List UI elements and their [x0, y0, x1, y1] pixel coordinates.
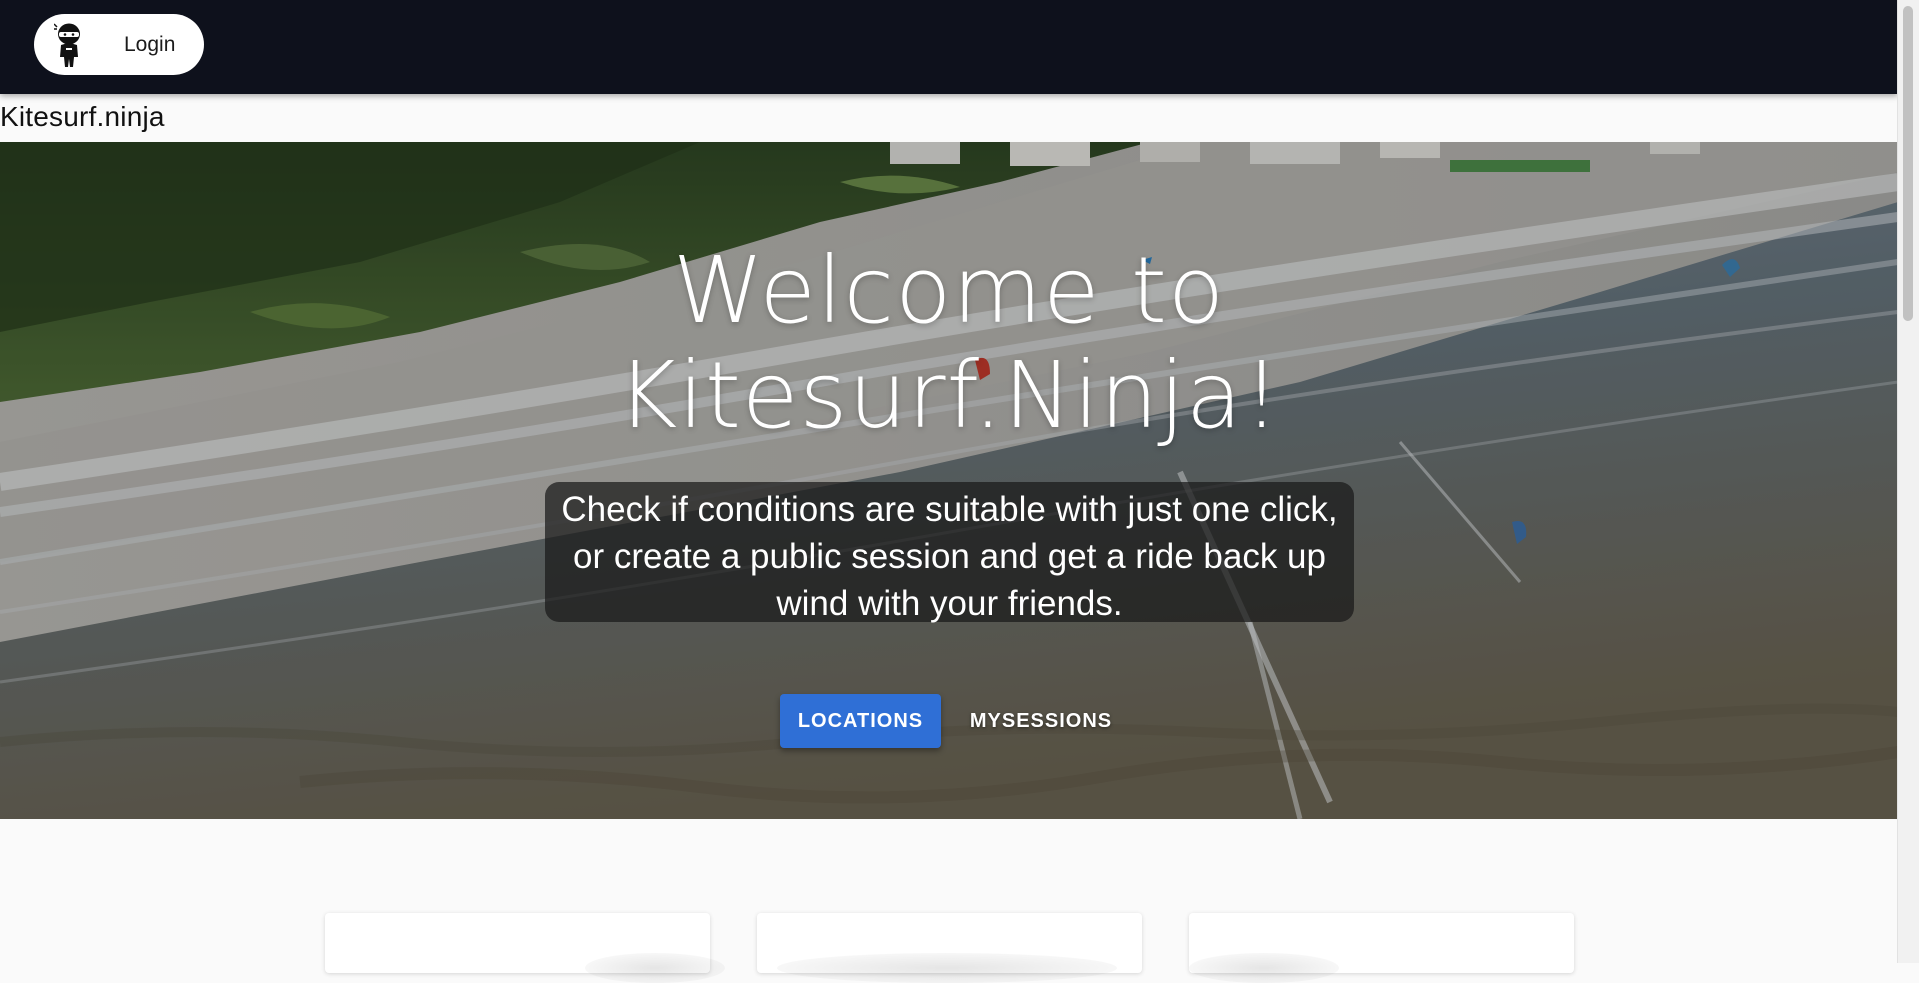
- mysessions-button[interactable]: MYSESSIONS: [960, 694, 1122, 748]
- hero-title-line-2: Kitesurf.Ninja!: [616, 342, 1282, 449]
- feature-card: [325, 913, 725, 983]
- feature-card: [757, 913, 1142, 983]
- card-image-shadow: [777, 953, 1117, 983]
- hero-title-line-1: Welcome to: [672, 237, 1226, 344]
- hero-title: Welcome to Kitesurf.Ninja!: [0, 238, 1898, 448]
- vertical-scrollbar[interactable]: [1897, 0, 1919, 963]
- card-image-shadow: [585, 953, 725, 983]
- feature-card: [1189, 913, 1574, 983]
- top-app-bar: Login: [0, 0, 1898, 94]
- card-image-shadow: [1189, 953, 1339, 983]
- site-brand-title: Kitesurf.ninja: [0, 101, 165, 132]
- hero-section: Welcome to Kitesurf.Ninja! Check if cond…: [0, 142, 1898, 819]
- scrollbar-thumb[interactable]: [1903, 6, 1913, 321]
- login-label: Login: [124, 32, 176, 56]
- ninja-avatar-icon: [54, 22, 80, 67]
- hero-subtitle: Check if conditions are suitable with ju…: [545, 482, 1354, 623]
- login-button[interactable]: Login: [34, 14, 204, 75]
- locations-button[interactable]: LOCATIONS: [780, 694, 941, 748]
